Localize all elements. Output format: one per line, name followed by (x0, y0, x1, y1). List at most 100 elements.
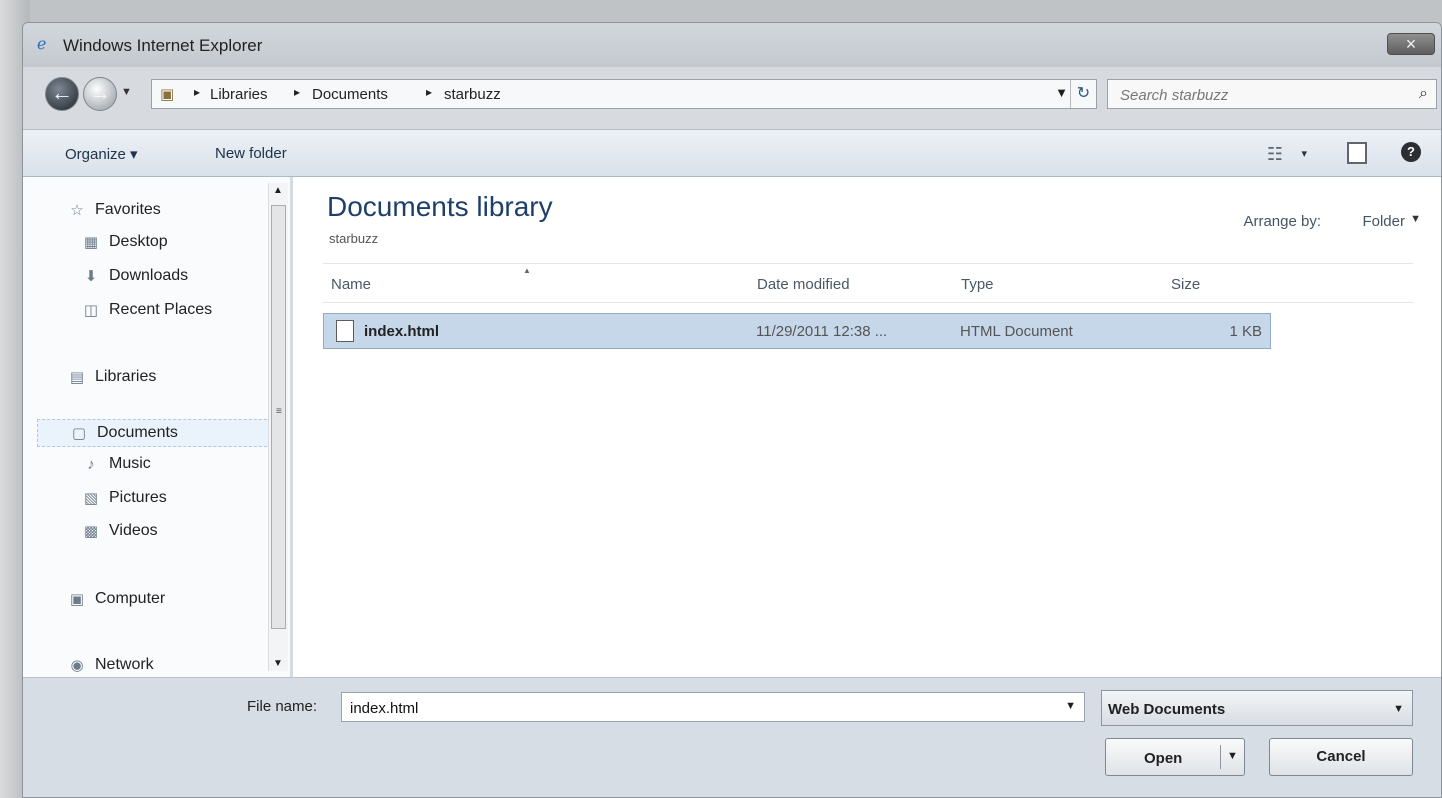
videos-icon: ▩ (83, 523, 99, 540)
close-button[interactable]: × (1387, 33, 1435, 55)
view-options-dropdown-icon[interactable]: ▾ (1301, 147, 1307, 160)
recent-places-icon: ◫ (83, 302, 99, 319)
refresh-icon[interactable]: ↻ (1070, 80, 1096, 108)
sidebar-item-label: Documents (97, 424, 178, 441)
computer-icon: ▣ (69, 591, 85, 608)
organize-button[interactable]: Organize ▾ (65, 145, 138, 163)
new-folder-button[interactable]: New folder (215, 145, 287, 162)
sidebar-item-documents[interactable]: ▢ Documents (37, 419, 272, 447)
sidebar-item-label: Favorites (95, 201, 161, 218)
sidebar-item-libraries[interactable]: ▤ Libraries (67, 368, 156, 386)
window-title: Windows Internet Explorer (63, 36, 263, 55)
file-row[interactable]: index.html 11/29/2011 12:38 ... HTML Doc… (323, 313, 1271, 349)
sidebar-item-label: Desktop (109, 233, 168, 250)
sidebar-item-label: Pictures (109, 489, 167, 506)
open-options-dropdown-icon[interactable]: ▼ (1220, 745, 1244, 769)
close-icon: × (1405, 34, 1417, 54)
libraries-icon: ▤ (69, 369, 85, 386)
arrange-by-label: Arrange by: (1243, 213, 1321, 230)
back-button[interactable]: ← (45, 77, 79, 111)
open-file-dialog: ℯ Windows Internet Explorer × ← → ▼ ▣ ▸ … (22, 22, 1442, 798)
scrollbar-thumb[interactable]: ≡ (271, 205, 286, 629)
search-box[interactable]: ⌕ (1107, 79, 1437, 109)
column-header-row: ▲ Name Date modified Type Size (323, 263, 1413, 303)
star-icon: ☆ (70, 202, 84, 219)
documents-icon: ▢ (71, 425, 87, 442)
breadcrumb-separator: ▸ (194, 85, 201, 99)
sidebar-item-videos[interactable]: ▩ Videos (81, 522, 158, 540)
open-button[interactable]: Open ▼ (1105, 738, 1245, 776)
file-type-dropdown-icon[interactable]: ▼ (1393, 703, 1404, 715)
library-title: Documents library (327, 191, 553, 222)
breadcrumb-libraries[interactable]: Libraries (210, 86, 268, 103)
recent-pages-dropdown[interactable]: ▼ (121, 86, 132, 98)
navigation-scrollbar[interactable]: ▲ ≡ ▼ (268, 183, 288, 671)
sidebar-item-label: Libraries (95, 368, 157, 385)
file-date-modified: 11/29/2011 12:38 ... (756, 323, 888, 340)
bottom-panel: File name: ▼ Web Documents ▼ Open ▼ Canc… (23, 677, 1441, 797)
sidebar-item-downloads[interactable]: ⬇ Downloads (81, 267, 188, 285)
sidebar-item-favorites[interactable]: ☆ Favorites (67, 201, 161, 219)
address-dropdown-icon[interactable]: ▼ (1055, 85, 1068, 100)
sidebar-item-label: Recent Places (109, 301, 213, 318)
command-toolbar: Organize ▾ New folder ☷ ▾ ? (23, 129, 1441, 177)
forward-button[interactable]: → (83, 77, 117, 111)
back-arrow-icon: ← (51, 80, 73, 105)
arrange-by-dropdown[interactable]: Folder (1362, 213, 1405, 230)
file-name-combobox[interactable]: ▼ (341, 692, 1085, 722)
network-icon: ◉ (70, 657, 84, 674)
column-header-type[interactable]: Type (961, 276, 994, 293)
breadcrumb-separator: ▸ (294, 85, 301, 99)
sidebar-item-pictures[interactable]: ▧ Pictures (81, 489, 167, 507)
html-file-icon (336, 320, 354, 342)
file-name: index.html (364, 323, 440, 340)
sidebar-item-music[interactable]: ♪ Music (81, 455, 151, 473)
sidebar-item-label: Downloads (109, 267, 189, 284)
file-name-input[interactable] (350, 698, 1040, 718)
navigation-row: ← → ▼ ▣ ▸ Libraries ▸ Documents ▸ starbu… (23, 73, 1441, 113)
file-name-dropdown-icon[interactable]: ▼ (1065, 700, 1076, 712)
title-bar: ℯ Windows Internet Explorer × (23, 23, 1441, 67)
file-size: 1 KB (1229, 323, 1262, 340)
sidebar-item-recent-places[interactable]: ◫ Recent Places (81, 301, 212, 319)
sidebar-item-label: Music (109, 455, 151, 472)
column-header-name[interactable]: Name (331, 276, 371, 293)
scroll-down-icon[interactable]: ▼ (273, 658, 283, 669)
change-view-icon[interactable]: ☷ (1267, 144, 1283, 165)
library-subtitle: starbuzz (329, 231, 379, 246)
help-icon[interactable]: ? (1401, 142, 1421, 162)
address-bar[interactable]: ▣ ▸ Libraries ▸ Documents ▸ starbuzz ▼ ↻ (151, 79, 1097, 109)
file-name-label: File name: (247, 698, 318, 715)
open-button-label: Open (1144, 750, 1183, 767)
file-type-value: Web Documents (1108, 701, 1226, 718)
column-header-date-modified[interactable]: Date modified (757, 276, 850, 293)
search-icon[interactable]: ⌕ (1419, 85, 1428, 103)
column-header-size[interactable]: Size (1171, 276, 1200, 293)
forward-arrow-icon: → (89, 80, 111, 105)
scroll-up-icon[interactable]: ▲ (273, 185, 283, 196)
music-icon: ♪ (87, 455, 95, 473)
downloads-icon: ⬇ (84, 268, 98, 285)
navigation-pane: ☆ Favorites ▦ Desktop ⬇ Downloads ◫ Recent P… (23, 177, 291, 677)
file-type-select[interactable]: Web Documents ▼ (1101, 690, 1413, 726)
sidebar-item-label: Network (95, 656, 154, 673)
breadcrumb-starbuzz[interactable]: starbuzz (444, 86, 501, 103)
sidebar-item-label: Computer (95, 590, 166, 607)
folder-icon: ▣ (160, 86, 175, 103)
sidebar-item-network[interactable]: ◉ Network (67, 656, 154, 674)
preview-pane-icon[interactable] (1347, 142, 1367, 164)
desktop-icon: ▦ (83, 234, 99, 251)
sidebar-item-computer[interactable]: ▣ Computer (67, 590, 165, 608)
search-input[interactable] (1120, 85, 1400, 105)
breadcrumb-documents[interactable]: Documents (312, 86, 388, 103)
breadcrumb-separator: ▸ (426, 85, 433, 99)
file-list-pane: Documents library starbuzz Arrange by: F… (293, 177, 1441, 677)
cancel-button[interactable]: Cancel (1269, 738, 1413, 776)
internet-explorer-icon: ℯ (37, 36, 47, 53)
pictures-icon: ▧ (83, 490, 99, 507)
sort-arrow-icon: ▲ (523, 266, 531, 275)
file-type: HTML Document (960, 323, 1073, 340)
arrange-by-dropdown-icon[interactable]: ▼ (1410, 213, 1421, 225)
sidebar-item-desktop[interactable]: ▦ Desktop (81, 233, 168, 251)
sidebar-item-label: Videos (109, 522, 158, 539)
